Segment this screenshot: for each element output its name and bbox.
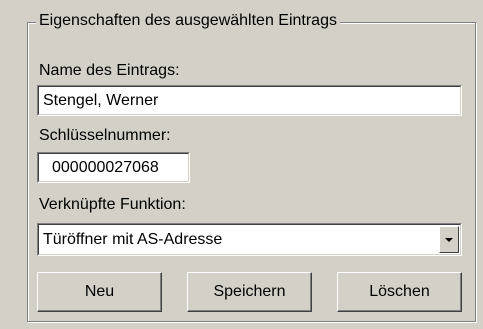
chevron-down-icon[interactable]	[439, 226, 459, 253]
linked-function-value: Türöffner mit AS-Adresse	[43, 230, 223, 248]
key-number-label: Schlüsselnummer:	[39, 127, 171, 144]
name-input[interactable]: Stengel, Werner	[37, 85, 462, 116]
linked-function-label: Verknüpfte Funktion:	[39, 196, 186, 213]
name-label: Name des Eintrags:	[39, 62, 180, 79]
name-input-value: Stengel, Werner	[43, 91, 159, 109]
groupbox-title: Eigenschaften des ausgewählten Eintrags	[36, 11, 340, 31]
new-button[interactable]: Neu	[37, 272, 162, 312]
key-number-value: 000000027068	[52, 158, 159, 176]
delete-button[interactable]: Löschen	[337, 272, 462, 312]
save-button[interactable]: Speichern	[187, 272, 312, 312]
linked-function-select[interactable]: Türöffner mit AS-Adresse	[37, 223, 462, 256]
key-number-input[interactable]: 000000027068	[37, 152, 190, 183]
